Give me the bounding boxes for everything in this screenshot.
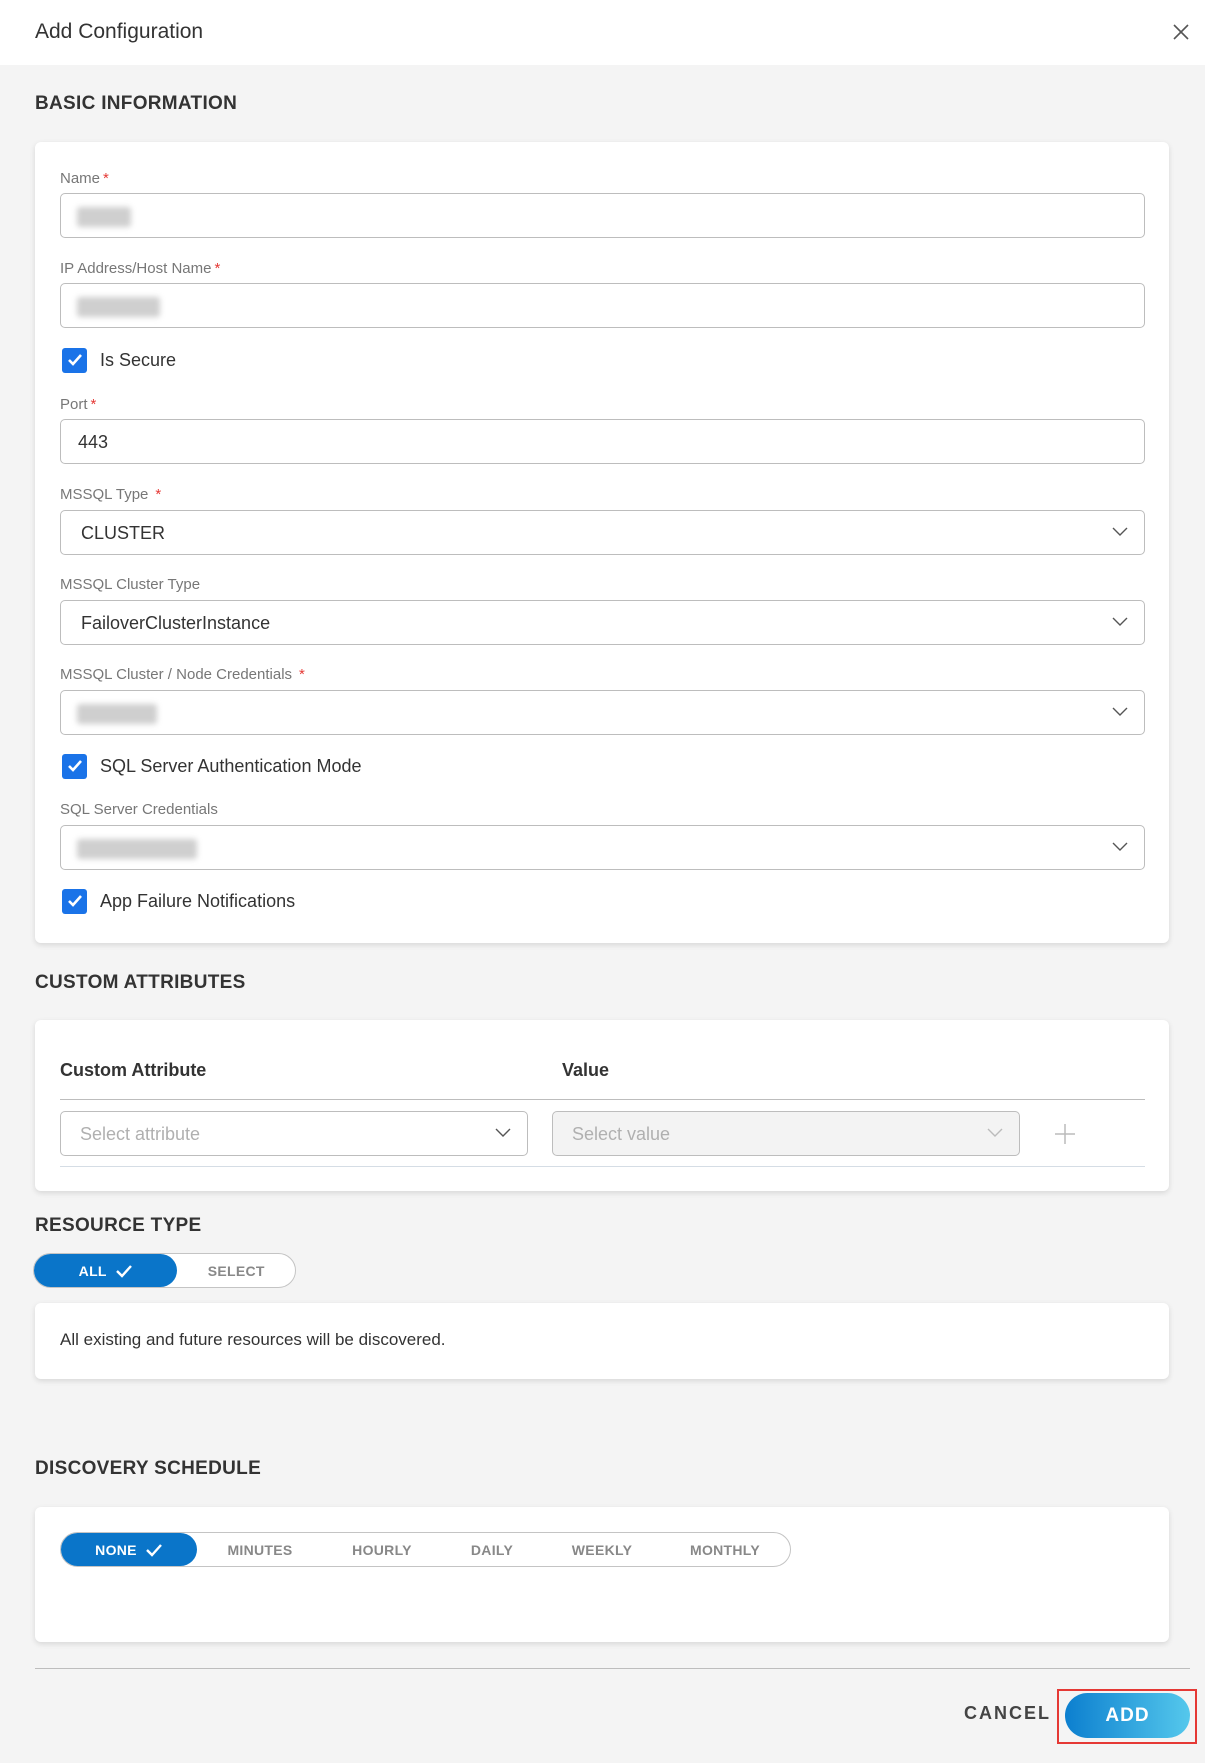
basic-information-heading: BASIC INFORMATION	[35, 93, 238, 114]
chevron-down-icon	[495, 1128, 511, 1137]
is-secure-checkbox[interactable]	[62, 347, 87, 373]
schedule-option-monthly[interactable]: MONTHLY	[661, 1533, 789, 1566]
name-label: Name *	[60, 170, 109, 187]
redacted-value	[77, 207, 131, 227]
mssql-type-label-text: MSSQL Type	[60, 486, 149, 503]
node-credentials-select[interactable]	[60, 690, 1145, 735]
option-label: HOURLY	[352, 1541, 412, 1558]
required-marker: *	[214, 260, 221, 277]
option-label: NONE	[95, 1541, 137, 1558]
port-label-text: Port	[60, 396, 88, 413]
schedule-option-hourly[interactable]: HOURLY	[323, 1533, 441, 1566]
attribute-select[interactable]: Select attribute	[60, 1111, 528, 1156]
footer-divider	[35, 1668, 1190, 1669]
name-label-text: Name	[60, 170, 101, 187]
sql-auth-checkbox[interactable]	[62, 753, 87, 779]
checkmark-icon	[67, 354, 82, 366]
chevron-down-icon	[1112, 842, 1128, 851]
cancel-button[interactable]: CANCEL	[964, 1703, 1051, 1724]
option-label: MINUTES	[227, 1541, 293, 1558]
resource-type-toggle: ALL SELECT	[33, 1253, 296, 1288]
value-column-header: Value	[562, 1060, 610, 1080]
option-label: ALL	[78, 1262, 107, 1279]
add-button[interactable]: ADD	[1065, 1693, 1190, 1738]
schedule-option-none[interactable]: NONE	[61, 1533, 197, 1566]
resource-option-select[interactable]: SELECT	[177, 1254, 295, 1287]
port-input[interactable]: 443	[60, 419, 1145, 464]
redacted-value	[77, 839, 197, 859]
name-input[interactable]	[60, 193, 1145, 238]
value-placeholder: Select value	[572, 1124, 671, 1144]
checkmark-icon	[115, 1264, 132, 1278]
host-input[interactable]	[60, 283, 1145, 328]
dialog-header: Add Configuration	[0, 0, 1205, 65]
mssql-type-label: MSSQL Type *	[60, 486, 161, 503]
host-label: IP Address/Host Name *	[60, 260, 220, 277]
chevron-down-icon	[987, 1128, 1003, 1137]
app-failure-checkbox[interactable]	[62, 888, 87, 914]
sql-credentials-select[interactable]	[60, 825, 1145, 870]
close-icon[interactable]	[1171, 22, 1191, 42]
app-failure-row[interactable]: App Failure Notifications	[62, 888, 295, 914]
port-label: Port *	[60, 396, 96, 413]
plus-icon[interactable]	[1054, 1123, 1076, 1145]
port-value: 443	[78, 432, 109, 452]
chevron-down-icon	[1112, 707, 1128, 716]
checkmark-icon	[67, 895, 82, 907]
mssql-type-select[interactable]: CLUSTER	[60, 510, 1145, 555]
app-failure-label: App Failure Notifications	[100, 890, 296, 911]
value-select[interactable]: Select value	[552, 1111, 1020, 1156]
custom-attributes-heading: CUSTOM ATTRIBUTES	[35, 972, 246, 993]
checkmark-icon	[145, 1543, 162, 1557]
is-secure-label: Is Secure	[100, 349, 177, 370]
attribute-placeholder: Select attribute	[80, 1124, 201, 1144]
checkmark-icon	[67, 760, 82, 772]
chevron-down-icon	[1112, 527, 1128, 536]
schedule-option-daily[interactable]: DAILY	[441, 1533, 543, 1566]
custom-attributes-card: Custom Attribute Value Select attribute …	[35, 1020, 1169, 1191]
resource-option-all[interactable]: ALL	[34, 1254, 178, 1287]
resource-type-heading: RESOURCE TYPE	[35, 1215, 202, 1236]
discovery-schedule-heading: DISCOVERY SCHEDULE	[35, 1458, 262, 1479]
cluster-type-value: FailoverClusterInstance	[81, 613, 271, 633]
option-label: DAILY	[470, 1541, 514, 1558]
required-marker: *	[299, 666, 305, 683]
redacted-value	[77, 704, 157, 724]
custom-attribute-column-header: Custom Attribute	[60, 1060, 207, 1080]
required-marker: *	[155, 486, 162, 503]
schedule-toggle: NONE MINUTES HOURLY DAILY WEEKLY MONTHLY	[60, 1532, 791, 1567]
resource-info-card: All existing and future resources will b…	[35, 1303, 1169, 1379]
sql-auth-label: SQL Server Authentication Mode	[100, 755, 362, 776]
basic-information-card: Name * IP Address/Host Name * Is Secure Po…	[35, 142, 1169, 943]
row-divider	[60, 1166, 1145, 1167]
required-marker: *	[90, 396, 97, 413]
schedule-option-minutes[interactable]: MINUTES	[197, 1533, 323, 1566]
is-secure-row[interactable]: Is Secure	[62, 347, 176, 373]
schedule-option-weekly[interactable]: WEEKLY	[543, 1533, 661, 1566]
option-label: MONTHLY	[689, 1541, 761, 1558]
sql-credentials-label: SQL Server Credentials	[60, 801, 218, 818]
option-label: SELECT	[207, 1262, 265, 1279]
redacted-value	[77, 297, 160, 317]
cluster-type-select[interactable]: FailoverClusterInstance	[60, 600, 1145, 645]
header-divider	[60, 1099, 1145, 1100]
node-credentials-label: MSSQL Cluster / Node Credentials *	[60, 666, 305, 683]
cluster-type-label: MSSQL Cluster Type	[60, 576, 201, 593]
chevron-down-icon	[1112, 617, 1128, 626]
mssql-type-value: CLUSTER	[81, 523, 166, 543]
sql-auth-row[interactable]: SQL Server Authentication Mode	[62, 753, 361, 779]
option-label: WEEKLY	[571, 1541, 633, 1558]
discovery-schedule-card: NONE MINUTES HOURLY DAILY WEEKLY MONTHLY	[35, 1507, 1169, 1642]
resource-info-text: All existing and future resources will b…	[60, 1330, 446, 1349]
node-credentials-label-text: MSSQL Cluster / Node Credentials	[60, 666, 293, 683]
host-label-text: IP Address/Host Name	[60, 260, 212, 277]
required-marker: *	[103, 170, 109, 187]
dialog-title: Add Configuration	[35, 20, 204, 43]
